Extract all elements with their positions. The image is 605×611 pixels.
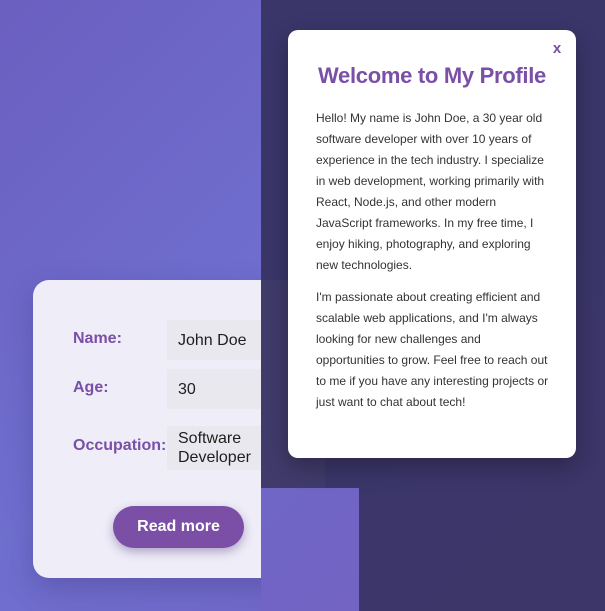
profile-modal: x Welcome to My Profile Hello! My name i… <box>288 30 576 458</box>
modal-title: Welcome to My Profile <box>317 63 546 88</box>
close-icon[interactable]: x <box>548 40 566 58</box>
modal-paragraph-1: Hello! My name is John Doe, a 30 year ol… <box>316 111 545 272</box>
name-label: Name: <box>73 330 122 347</box>
modal-body: Hello! My name is John Doe, a 30 year ol… <box>316 108 552 424</box>
read-more-button[interactable]: Read more <box>113 506 244 548</box>
occupation-label: Occupation: <box>73 437 167 454</box>
age-label: Age: <box>73 379 109 396</box>
backdrop-corner <box>261 488 359 611</box>
modal-paragraph-2: I'm passionate about creating efficient … <box>316 290 549 409</box>
